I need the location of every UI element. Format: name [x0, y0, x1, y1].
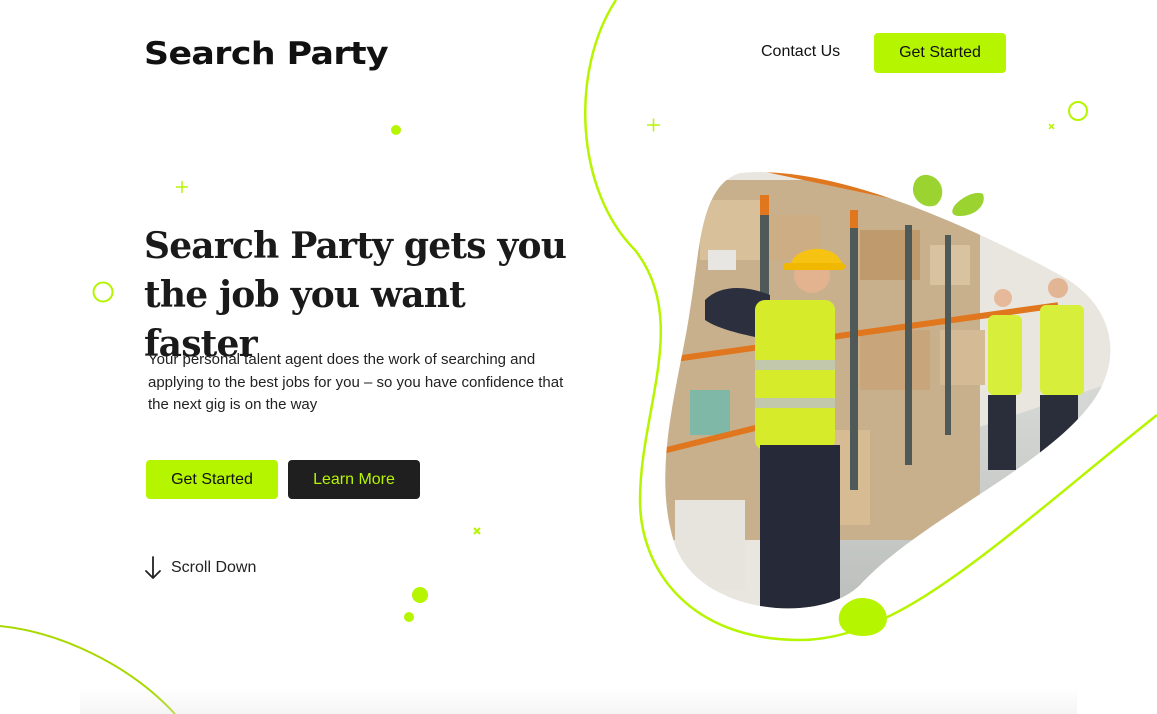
- brand-logo[interactable]: Search Party: [144, 36, 389, 72]
- get-started-button[interactable]: Get Started: [146, 460, 278, 499]
- learn-more-label: Learn More: [313, 470, 395, 488]
- scroll-down-link[interactable]: Scroll Down: [144, 556, 256, 580]
- get-started-label: Get Started: [171, 470, 253, 488]
- learn-more-button[interactable]: Learn More: [288, 460, 420, 499]
- arrow-down-icon: [145, 556, 161, 579]
- contact-us-link[interactable]: Contact Us: [761, 43, 840, 61]
- hero-title: Search Party gets you the job you want f…: [144, 225, 567, 365]
- hero-description: Your personal talent agent does the work…: [148, 351, 564, 413]
- section-divider-shadow: [80, 688, 1077, 714]
- nav-get-started-button[interactable]: Get Started: [874, 33, 1006, 73]
- nav-get-started-label: Get Started: [899, 44, 981, 61]
- scroll-down-label: Scroll Down: [171, 559, 257, 576]
